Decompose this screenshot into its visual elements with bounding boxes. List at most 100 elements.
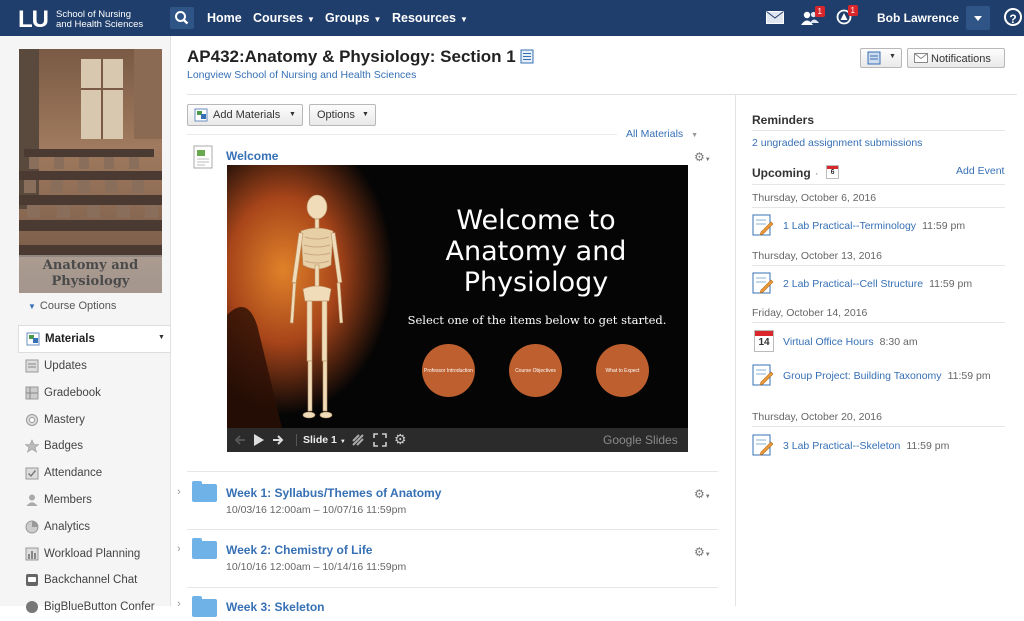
notifications-button[interactable]: Notifications: [907, 48, 1005, 68]
play-icon[interactable]: [253, 433, 265, 447]
sidebar-item-analytics[interactable]: Analytics: [18, 514, 170, 541]
embedded-slide[interactable]: Welcome to Anatomy and Physiology Select…: [227, 165, 688, 428]
welcome-link[interactable]: Welcome: [226, 149, 278, 163]
add-event-link[interactable]: Add Event: [956, 165, 1004, 177]
sidebar-item-attendance[interactable]: Attendance: [18, 460, 170, 487]
welcome-gear-menu[interactable]: ⚙▼: [694, 150, 711, 164]
folder-week2-link[interactable]: Week 2: Chemistry of Life: [226, 543, 372, 557]
slide-number-select[interactable]: Slide 1 ▼: [296, 434, 346, 446]
folder-week1-dates: 10/03/16 12:00am – 10/07/16 11:59pm: [226, 504, 407, 516]
course-info-icon[interactable]: [520, 49, 534, 64]
sidebar-item-gradebook[interactable]: Gradebook: [18, 380, 170, 407]
reminders-heading: Reminders: [752, 113, 815, 127]
fullscreen-icon[interactable]: [373, 433, 387, 447]
reminders-divider: [752, 130, 1005, 131]
upcoming-item[interactable]: 3 Lab Practical--Skeleton 11:59 pm: [783, 440, 949, 453]
nav-home[interactable]: Home: [207, 11, 242, 25]
sidebar-item-badges[interactable]: Badges: [18, 433, 170, 460]
options-button[interactable]: Options ▼: [309, 104, 376, 126]
google-slides-brand: Google Slides: [603, 433, 678, 447]
chevron-down-icon: ▼: [28, 302, 36, 311]
upcoming-date: Friday, October 14, 2016: [752, 307, 868, 319]
calendar-icon[interactable]: 6: [826, 165, 840, 179]
logo-mark: LU: [18, 6, 49, 33]
top-navigation-bar: LU School of Nursing and Health Sciences …: [0, 0, 1024, 36]
week2-gear-menu[interactable]: ⚙▼: [694, 545, 711, 559]
add-materials-button[interactable]: Add Materials ▼: [187, 104, 303, 126]
nav-resources[interactable]: Resources ▼: [392, 11, 468, 25]
course-options-toggle[interactable]: ▼ Course Options: [28, 300, 116, 312]
sidebar-item-workload-planning[interactable]: Workload Planning: [18, 541, 170, 568]
gear-icon: ⚙: [694, 487, 705, 501]
upcoming-heading: Upcoming · 6: [752, 165, 840, 180]
sidebar-item-bigbluebutton[interactable]: BigBlueButton Confer: [18, 594, 170, 621]
layout-icon: [867, 51, 881, 65]
row-divider: [187, 587, 718, 588]
analytics-icon: [25, 520, 39, 534]
slide-button-what-to-expect[interactable]: What to Expect: [596, 344, 649, 397]
next-arrow-icon[interactable]: [272, 434, 286, 446]
view-toggle-button[interactable]: ▼: [860, 48, 902, 68]
folder-week1-link[interactable]: Week 1: Syllabus/Themes of Anatomy: [226, 486, 441, 500]
nav-courses[interactable]: Courses ▼: [253, 11, 315, 25]
laser-pointer-icon[interactable]: [351, 433, 365, 447]
chevron-down-icon: ▼: [889, 53, 896, 60]
upcoming-item[interactable]: 1 Lab Practical--Terminology 11:59 pm: [783, 220, 965, 233]
sidebar-item-backchannel-chat[interactable]: Backchannel Chat: [18, 567, 170, 594]
page-icon: [193, 145, 213, 169]
messages-button[interactable]: [766, 11, 784, 29]
gear-icon[interactable]: ⚙: [394, 431, 407, 448]
gradebook-icon: [25, 386, 39, 400]
expand-week3-chevron[interactable]: ›: [177, 598, 181, 610]
upcoming-divider: [752, 265, 1005, 266]
upcoming-item[interactable]: 2 Lab Practical--Cell Structure 11:59 pm: [783, 278, 972, 291]
upcoming-item[interactable]: Group Project: Building Taxonomy 11:59 pm: [783, 370, 998, 383]
help-icon[interactable]: ?: [1004, 8, 1022, 26]
header-divider: [187, 94, 1017, 95]
folder-week3-link[interactable]: Week 3: Skeleton: [226, 600, 324, 614]
members-icon: [26, 494, 38, 506]
sidebar-item-mastery[interactable]: Mastery: [18, 407, 170, 434]
folder-icon: [192, 481, 217, 502]
attendance-icon: [25, 467, 39, 480]
user-menu-button[interactable]: [966, 6, 990, 30]
filter-line: [187, 134, 617, 135]
row-divider: [187, 471, 718, 472]
chevron-down-icon: ▼: [289, 111, 296, 118]
calendar-icon: 14: [754, 330, 774, 352]
materials-icon: [26, 332, 40, 346]
page-title: AP432:Anatomy & Physiology: Section 1: [187, 47, 534, 67]
chevron-down-icon: ▼: [158, 334, 165, 341]
course-image-label: Anatomy and Physiology: [19, 255, 162, 293]
search-button[interactable]: [170, 7, 194, 29]
ungraded-submissions-link[interactable]: 2 ungraded assignment submissions: [752, 137, 922, 149]
all-materials-filter[interactable]: All Materials ▼: [626, 128, 698, 140]
school-link[interactable]: Longview School of Nursing and Health Sc…: [187, 69, 416, 81]
chevron-down-icon: ▼: [459, 15, 468, 24]
prev-arrow-icon[interactable]: [232, 434, 246, 446]
slide-title: Welcome to Anatomy and Physiology: [445, 205, 627, 298]
user-name[interactable]: Bob Lawrence: [877, 11, 959, 25]
expand-week2-chevron[interactable]: ›: [177, 543, 181, 555]
chevron-down-icon: ▼: [704, 552, 711, 558]
nav-groups[interactable]: Groups ▼: [325, 11, 381, 25]
search-icon: [175, 11, 189, 25]
sidebar-item-updates[interactable]: Updates: [18, 353, 170, 380]
requests-button[interactable]: 1: [801, 6, 825, 31]
sidebar-item-members[interactable]: Members: [18, 487, 170, 514]
expand-week1-chevron[interactable]: ›: [177, 486, 181, 498]
slide-subtitle: Select one of the items below to get sta…: [407, 313, 667, 327]
updates-icon: [25, 359, 39, 373]
slide-button-professor-introduction[interactable]: Professor Introduction: [422, 344, 475, 397]
week1-gear-menu[interactable]: ⚙▼: [694, 487, 711, 501]
upcoming-divider: [752, 184, 1005, 185]
assignment-icon: [752, 364, 774, 386]
notifications-indicator[interactable]: 1: [836, 5, 858, 31]
upcoming-item[interactable]: Virtual Office Hours 8:30 am: [783, 336, 918, 349]
sidebar-item-materials[interactable]: Materials ▼: [18, 325, 170, 353]
school-logo[interactable]: LU School of Nursing and Health Sciences: [8, 4, 152, 33]
chevron-down-icon: ▼: [704, 494, 711, 500]
workload-icon: [25, 547, 39, 561]
badge-icon: [25, 439, 39, 454]
slide-button-course-objectives[interactable]: Course Objectives: [509, 344, 562, 397]
